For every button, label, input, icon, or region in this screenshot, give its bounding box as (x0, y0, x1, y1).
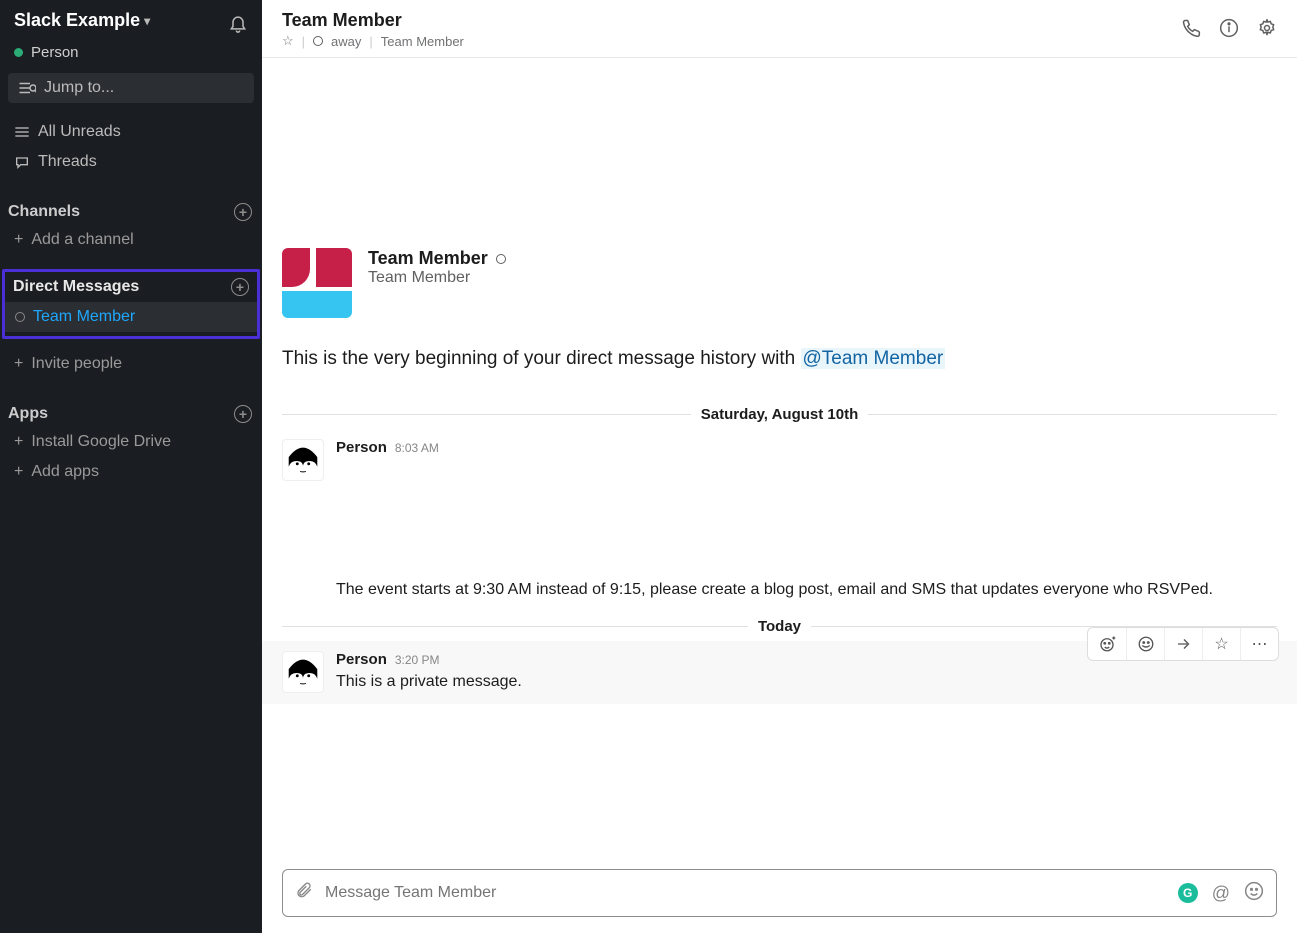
presence-away-icon (313, 36, 323, 46)
message-item: ☆ ⋯ Person 3:20 PM This is a private mes… (262, 641, 1297, 704)
add-reaction-icon[interactable] (1088, 628, 1126, 660)
notifications-icon[interactable] (228, 10, 248, 40)
grammarly-icon[interactable]: G (1178, 883, 1198, 903)
add-app-icon[interactable]: + (234, 405, 252, 423)
separator: | (302, 34, 305, 49)
message-avatar[interactable] (282, 439, 324, 481)
invite-label: Invite people (31, 355, 122, 373)
dm-header[interactable]: Direct Messages + (5, 272, 257, 302)
separator: | (369, 34, 372, 49)
workspace-header: Slack Example ▾ (0, 0, 262, 48)
composer-box[interactable]: G @ (282, 869, 1277, 917)
plus-icon: + (14, 231, 23, 249)
install-gdrive-label: Install Google Drive (31, 433, 171, 451)
threads-item[interactable]: Threads (0, 147, 262, 177)
dm-item-label: Team Member (33, 308, 135, 326)
sidebar: Slack Example ▾ Person Jump to... All Un… (0, 0, 262, 933)
channel-extra: Team Member (381, 34, 464, 49)
add-channel-label: Add a channel (31, 231, 133, 249)
add-apps-label: Add apps (31, 463, 99, 481)
plus-icon: + (14, 433, 23, 451)
attach-icon[interactable] (295, 880, 313, 906)
mention-icon[interactable]: @ (1212, 883, 1230, 904)
channels-section: Channels + + Add a channel (0, 199, 262, 255)
info-icon[interactable] (1219, 18, 1239, 44)
add-channel-item[interactable]: + Add a channel (0, 225, 262, 255)
date-divider: Saturday, August 10th (262, 406, 1297, 423)
user-presence[interactable]: Person (0, 44, 262, 71)
intro-name-row: Team Member (368, 248, 506, 269)
message-sender[interactable]: Person (336, 439, 387, 456)
threads-label: Threads (38, 153, 97, 171)
start-thread-icon[interactable] (1126, 628, 1164, 660)
message-actions: ☆ ⋯ (1087, 627, 1279, 661)
channel-title: Team Member (282, 10, 464, 31)
message-scroll-area[interactable]: Team Member Team Member This is the very… (262, 58, 1297, 859)
jump-to-icon (18, 81, 36, 95)
more-actions-icon[interactable]: ⋯ (1240, 628, 1278, 660)
install-google-drive-item[interactable]: + Install Google Drive (0, 427, 262, 457)
channels-label: Channels (8, 203, 80, 221)
message-sender[interactable]: Person (336, 651, 387, 668)
date-label: Today (758, 618, 801, 635)
all-unreads-item[interactable]: All Unreads (0, 117, 262, 147)
user-mention[interactable]: @Team Member (801, 348, 946, 369)
add-dm-icon[interactable]: + (231, 278, 249, 296)
settings-icon[interactable] (1257, 18, 1277, 44)
star-icon[interactable]: ☆ (282, 33, 294, 49)
message-time: 8:03 AM (395, 441, 439, 455)
dm-label: Direct Messages (13, 278, 139, 296)
intro-name: Team Member (368, 248, 488, 269)
save-icon[interactable]: ☆ (1202, 628, 1240, 660)
main-panel: Team Member ☆ | away | Team Member (262, 0, 1297, 933)
date-label: Saturday, August 10th (701, 406, 859, 423)
message-time: 3:20 PM (395, 653, 440, 667)
add-channel-icon[interactable]: + (234, 203, 252, 221)
channel-actions (1181, 10, 1277, 44)
add-apps-item[interactable]: + Add apps (0, 457, 262, 487)
share-icon[interactable] (1164, 628, 1202, 660)
message-avatar[interactable] (282, 651, 324, 693)
channels-header[interactable]: Channels + (0, 199, 262, 225)
apps-label: Apps (8, 405, 48, 423)
channel-meta: ☆ | away | Team Member (282, 33, 464, 49)
composer: G @ (262, 859, 1297, 933)
threads-icon (14, 155, 30, 169)
message-input[interactable] (325, 884, 1166, 902)
intro-subtitle: Team Member (368, 269, 506, 287)
list-icon (14, 126, 30, 138)
all-unreads-label: All Unreads (38, 123, 121, 141)
jump-to-label: Jump to... (44, 79, 114, 97)
apps-section: Apps + + Install Google Drive + Add apps (0, 401, 262, 487)
conversation-intro: Team Member Team Member (262, 58, 1297, 348)
presence-away-icon (496, 254, 506, 264)
invite-people-item[interactable]: + Invite people (0, 349, 262, 379)
channel-header: Team Member ☆ | away | Team Member (262, 0, 1297, 58)
jump-to-button[interactable]: Jump to... (8, 73, 254, 103)
message-text: The event starts at 9:30 AM instead of 9… (336, 576, 1277, 602)
intro-text: This is the very beginning of your direc… (262, 348, 1297, 400)
dm-section-highlight: Direct Messages + Team Member (2, 269, 260, 339)
user-name: Person (31, 44, 79, 61)
workspace-name: Slack Example (14, 10, 140, 31)
intro-avatar (282, 248, 352, 318)
message-item: Person 8:03 AM The event starts at 9:30 … (262, 429, 1297, 612)
message-text: This is a private message. (336, 668, 1277, 694)
plus-icon: + (14, 463, 23, 481)
chevron-down-icon: ▾ (144, 14, 150, 28)
plus-icon: + (14, 355, 23, 373)
presence-active-icon (14, 48, 23, 57)
workspace-switcher[interactable]: Slack Example ▾ (14, 10, 150, 31)
call-icon[interactable] (1181, 18, 1201, 44)
intro-text-prefix: This is the very beginning of your direc… (282, 348, 801, 369)
presence-away-icon (15, 312, 25, 322)
composer-actions: G @ (1178, 881, 1264, 906)
apps-header[interactable]: Apps + (0, 401, 262, 427)
status-text: away (331, 34, 361, 49)
dm-item-team-member[interactable]: Team Member (5, 302, 257, 332)
emoji-icon[interactable] (1244, 881, 1264, 906)
